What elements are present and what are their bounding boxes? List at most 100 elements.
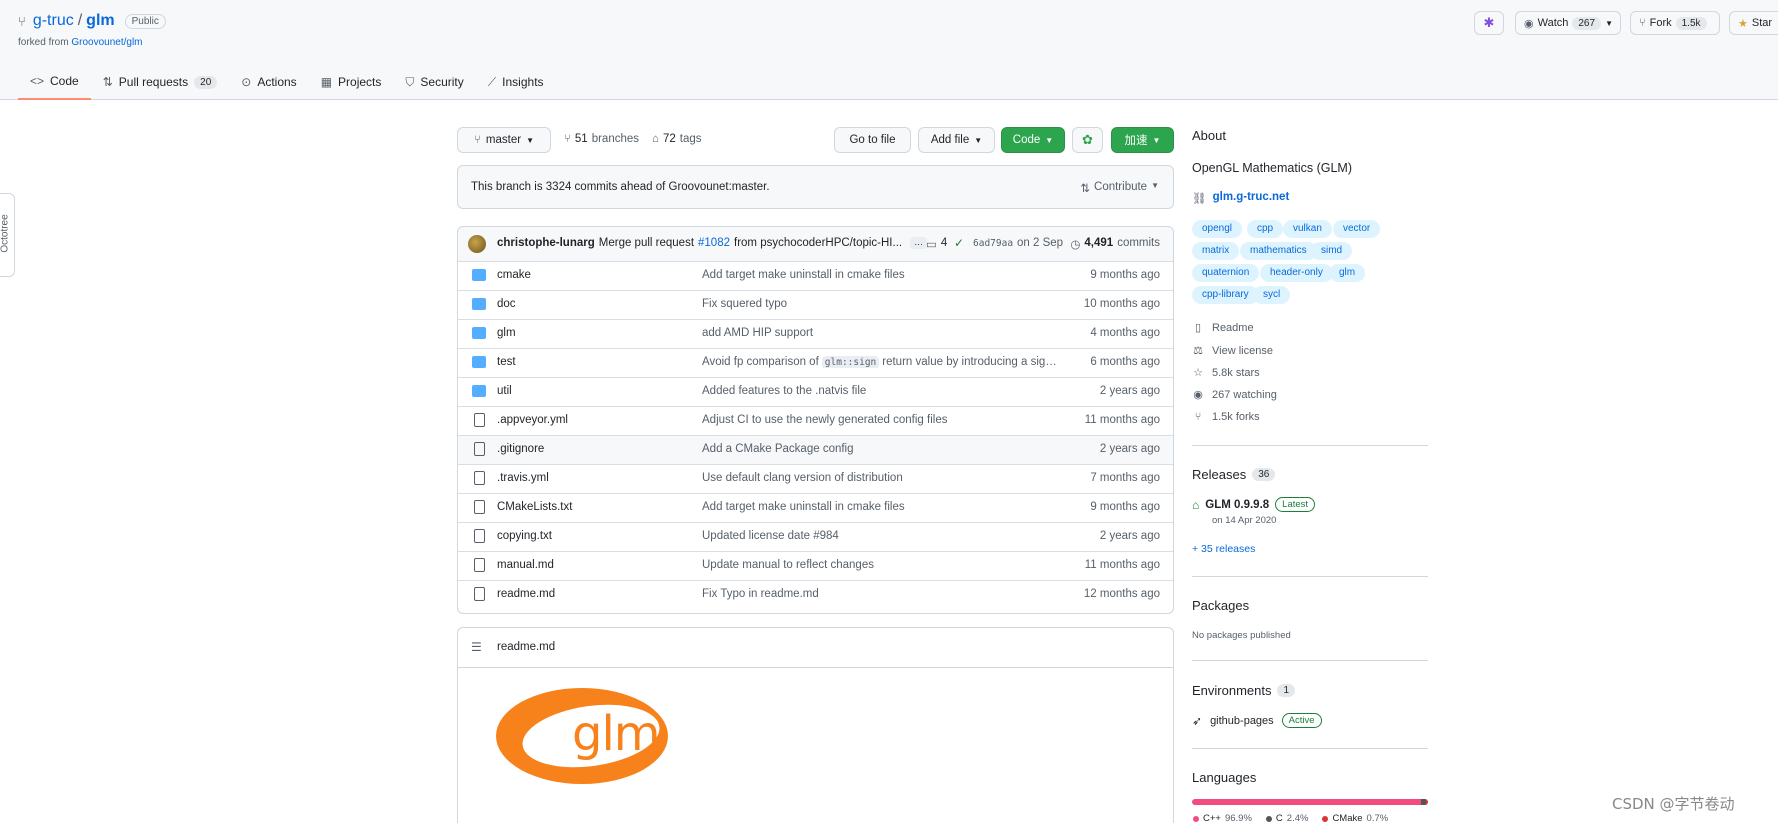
- file-name-link[interactable]: readme.md: [497, 588, 555, 600]
- topic-tag[interactable]: cpp-library: [1192, 286, 1259, 304]
- commit-message-link[interactable]: Fix squered typo: [702, 298, 787, 310]
- file-name-link[interactable]: .travis.yml: [497, 472, 549, 484]
- tab-insights[interactable]: ⟋ Insights: [476, 64, 556, 100]
- accelerate-button[interactable]: 加速 ▼: [1111, 127, 1174, 153]
- file-name-link[interactable]: .appveyor.yml: [497, 414, 568, 426]
- file-row[interactable]: CMakeLists.txt Add target make uninstall …: [458, 493, 1173, 522]
- file-row[interactable]: cmake Add target make uninstall in cmake …: [458, 261, 1173, 290]
- topic-tag[interactable]: glm: [1329, 264, 1366, 282]
- file-row[interactable]: .travis.yml Use default clang version of …: [458, 464, 1173, 493]
- commit-message-link[interactable]: Update manual to reflect changes: [702, 559, 874, 571]
- add-file-button[interactable]: Add file ▼: [918, 127, 995, 153]
- file-row[interactable]: manual.md Update manual to reflect change…: [458, 551, 1173, 580]
- file-name-link[interactable]: copying.txt: [497, 530, 552, 542]
- list-icon[interactable]: ☰: [471, 640, 482, 654]
- tab-pull-requests[interactable]: ⇅ Pull requests 20: [91, 64, 230, 100]
- topic-tag[interactable]: simd: [1311, 242, 1353, 260]
- topic-tag[interactable]: cpp: [1247, 220, 1284, 238]
- file-name-link[interactable]: doc: [497, 298, 516, 310]
- file-name-link[interactable]: manual.md: [497, 559, 554, 571]
- repo-name-link[interactable]: glm: [86, 12, 114, 30]
- topic-tag[interactable]: quaternion: [1192, 264, 1260, 282]
- pr-link[interactable]: #1082: [698, 237, 730, 249]
- commit-message-link[interactable]: Avoid fp comparison of glm::sign return va…: [702, 356, 1057, 368]
- commit-message-link[interactable]: Fix Typo in readme.md: [702, 588, 819, 600]
- commit-message-link[interactable]: Add a CMake Package config: [702, 443, 854, 455]
- packages-title[interactable]: Packages: [1192, 598, 1249, 613]
- star-button[interactable]: ★ Star: [1729, 11, 1778, 35]
- commit-message-link[interactable]: Adjust CI to use the newly generated con…: [702, 414, 947, 426]
- tab-security[interactable]: ⛉ Security: [393, 64, 475, 100]
- file-row[interactable]: .appveyor.yml Adjust CI to use the newly …: [458, 406, 1173, 435]
- topic-tag[interactable]: header-only: [1260, 264, 1333, 282]
- file-row[interactable]: copying.txt Updated license date #984 2 ye…: [458, 522, 1173, 551]
- watch-button[interactable]: ◉ Watch 267 ▼: [1515, 11, 1621, 35]
- accelerate-label: 加速: [1124, 135, 1148, 147]
- fork-button[interactable]: ⑂ Fork 1.5k: [1630, 11, 1720, 35]
- watching-link[interactable]: ◉ 267 watching: [1192, 388, 1277, 402]
- file-name-link[interactable]: test: [497, 356, 516, 368]
- watch-count: 267: [1572, 16, 1602, 30]
- file-name-link[interactable]: glm: [497, 327, 516, 339]
- file-name-link[interactable]: util: [497, 385, 512, 397]
- extension-button[interactable]: ✱: [1474, 11, 1504, 35]
- topic-tag[interactable]: matrix: [1192, 242, 1240, 260]
- repo-owner-link[interactable]: g-truc: [33, 12, 74, 30]
- environments-title[interactable]: Environments: [1192, 683, 1271, 698]
- license-link[interactable]: ⚖ View license: [1192, 344, 1273, 358]
- tab-projects[interactable]: ▦ Projects: [309, 64, 394, 100]
- file-name-link[interactable]: CMakeLists.txt: [497, 501, 572, 513]
- forks-link[interactable]: ⑂ 1.5k forks: [1192, 411, 1260, 423]
- commit-sha[interactable]: 6ad79aa: [973, 238, 1013, 249]
- commit-message-link[interactable]: Updated license date #984: [702, 530, 839, 542]
- go-to-file-button[interactable]: Go to file: [834, 127, 911, 153]
- file-row[interactable]: glm add AMD HIP support 4 months ago: [458, 319, 1173, 348]
- tab-label: Projects: [338, 75, 382, 89]
- file-row[interactable]: doc Fix squered typo 10 months ago: [458, 290, 1173, 319]
- commit-message-link[interactable]: Use default clang version of distributio…: [702, 472, 903, 484]
- website-link[interactable]: glm.g-truc.net: [1213, 191, 1290, 205]
- language-item[interactable]: CMake 0.7%: [1322, 813, 1388, 823]
- commit-message-link[interactable]: add AMD HIP support: [702, 327, 813, 339]
- branch-select-button[interactable]: ⑂ master ▼: [457, 127, 551, 153]
- more-releases-link[interactable]: + 35 releases: [1192, 543, 1255, 555]
- topic-tag[interactable]: mathematics: [1240, 242, 1317, 260]
- commit-time: 2 years ago: [1099, 530, 1160, 542]
- file-row[interactable]: util Added features to the .natvis file 2 …: [458, 377, 1173, 406]
- inline-code: glm::sign: [821, 356, 880, 368]
- expand-commit-button[interactable]: …: [910, 237, 928, 249]
- topic-tag[interactable]: vector: [1333, 220, 1381, 238]
- extension-icon-button[interactable]: ✿: [1072, 127, 1103, 153]
- stars-link[interactable]: ☆ 5.8k stars: [1192, 366, 1260, 380]
- commit-message-link[interactable]: Add target make uninstall in cmake files: [702, 269, 905, 281]
- file-name-link[interactable]: .gitignore: [497, 443, 544, 455]
- commit-author[interactable]: christophe-lunarg: [497, 237, 595, 249]
- glm-logo: glm: [496, 688, 668, 784]
- comments[interactable]: ▭ 4: [926, 237, 947, 251]
- readme-link[interactable]: ▯ Readme: [1192, 321, 1254, 335]
- forked-from-link[interactable]: Groovounet/glm: [71, 37, 142, 48]
- file-row[interactable]: readme.md Fix Typo in readme.md 12 months …: [458, 580, 1173, 609]
- file-name-link[interactable]: cmake: [497, 269, 531, 281]
- latest-release[interactable]: ⌂ GLM 0.9.9.8 Latest: [1192, 497, 1316, 512]
- environment-item[interactable]: ➶ github-pages Active: [1192, 713, 1322, 728]
- commit-message-link[interactable]: Added features to the .natvis file: [702, 385, 866, 397]
- tab-code[interactable]: <> Code: [18, 64, 91, 100]
- commit-message-link[interactable]: Add target make uninstall in cmake files: [702, 501, 905, 513]
- commits-link[interactable]: ◷ 4,491 commits: [1070, 237, 1160, 251]
- language-item[interactable]: C++ 96.9%: [1193, 813, 1252, 823]
- topic-tag[interactable]: vulkan: [1283, 220, 1332, 238]
- file-row[interactable]: .gitignore Add a CMake Package config 2 ye…: [458, 435, 1173, 464]
- topic-tag[interactable]: opengl: [1192, 220, 1243, 238]
- code-button[interactable]: Code ▼: [1001, 127, 1065, 153]
- tags-link[interactable]: ⌂ 72 tags: [652, 133, 702, 145]
- language-item[interactable]: C 2.4%: [1265, 813, 1308, 823]
- check-icon[interactable]: ✓: [954, 236, 964, 250]
- releases-title[interactable]: Releases: [1192, 467, 1246, 482]
- topic-tag[interactable]: sycl: [1253, 286, 1291, 304]
- file-row[interactable]: test Avoid fp comparison of glm::sign retur…: [458, 348, 1173, 377]
- tab-actions[interactable]: ⊙ Actions: [229, 64, 308, 100]
- octotree-toggle[interactable]: Octotree: [0, 193, 15, 277]
- contribute-button[interactable]: ⇅ Contribute ▼: [1080, 181, 1159, 195]
- branches-link[interactable]: ⑂ 51 branches: [564, 133, 639, 145]
